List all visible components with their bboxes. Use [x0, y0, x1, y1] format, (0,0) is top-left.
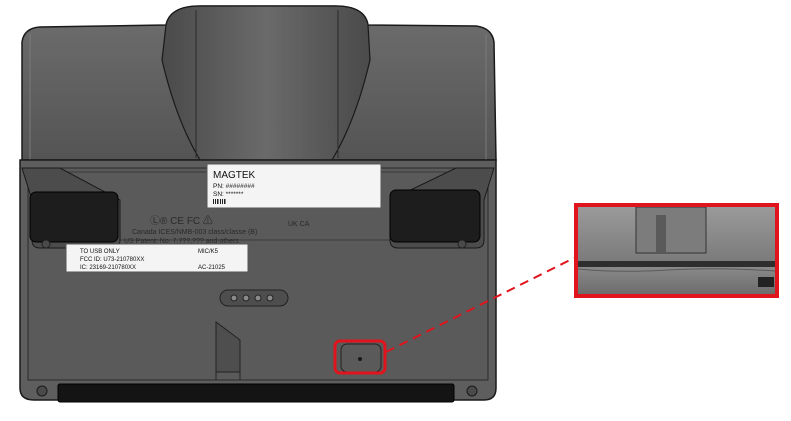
fcc-label: TO USB ONLY MIC/K5 FCC ID: U73-210780XX … — [65, 243, 249, 273]
contact-pins — [219, 289, 289, 307]
regulatory-marks: Ⓛ® CE FC ⚠ — [150, 215, 213, 227]
fcc-line3: IC: 23169-210780XX — [80, 265, 136, 271]
ukca-text: UK CA — [288, 221, 310, 228]
bottom-slot — [57, 383, 455, 403]
sn-text: SN: ******* — [213, 191, 244, 198]
foot-left — [36, 385, 48, 397]
zoom-inset — [574, 203, 779, 298]
fcc-line1-right: MIC/K5 — [198, 249, 219, 255]
fcc-line2: FCC ID: U73-210780XX — [80, 257, 144, 263]
device-tunnel — [161, 5, 371, 161]
zoom-detail — [578, 207, 775, 294]
product-label: MAGTEK PN: ######## SN: ******* — [206, 163, 382, 209]
foot-right — [466, 385, 478, 397]
fcc-line3-right: AC-21025 — [198, 265, 226, 271]
pn-text: PN: ######## — [213, 183, 255, 190]
zoom-slot-opening — [635, 207, 707, 254]
fcc-line1: TO USB ONLY — [80, 249, 120, 255]
reset-hole — [340, 343, 382, 373]
canada-text: Canada ICES/NMB-003 class/classe (B) — [132, 229, 257, 236]
brand-text: MAGTEK — [213, 170, 256, 181]
